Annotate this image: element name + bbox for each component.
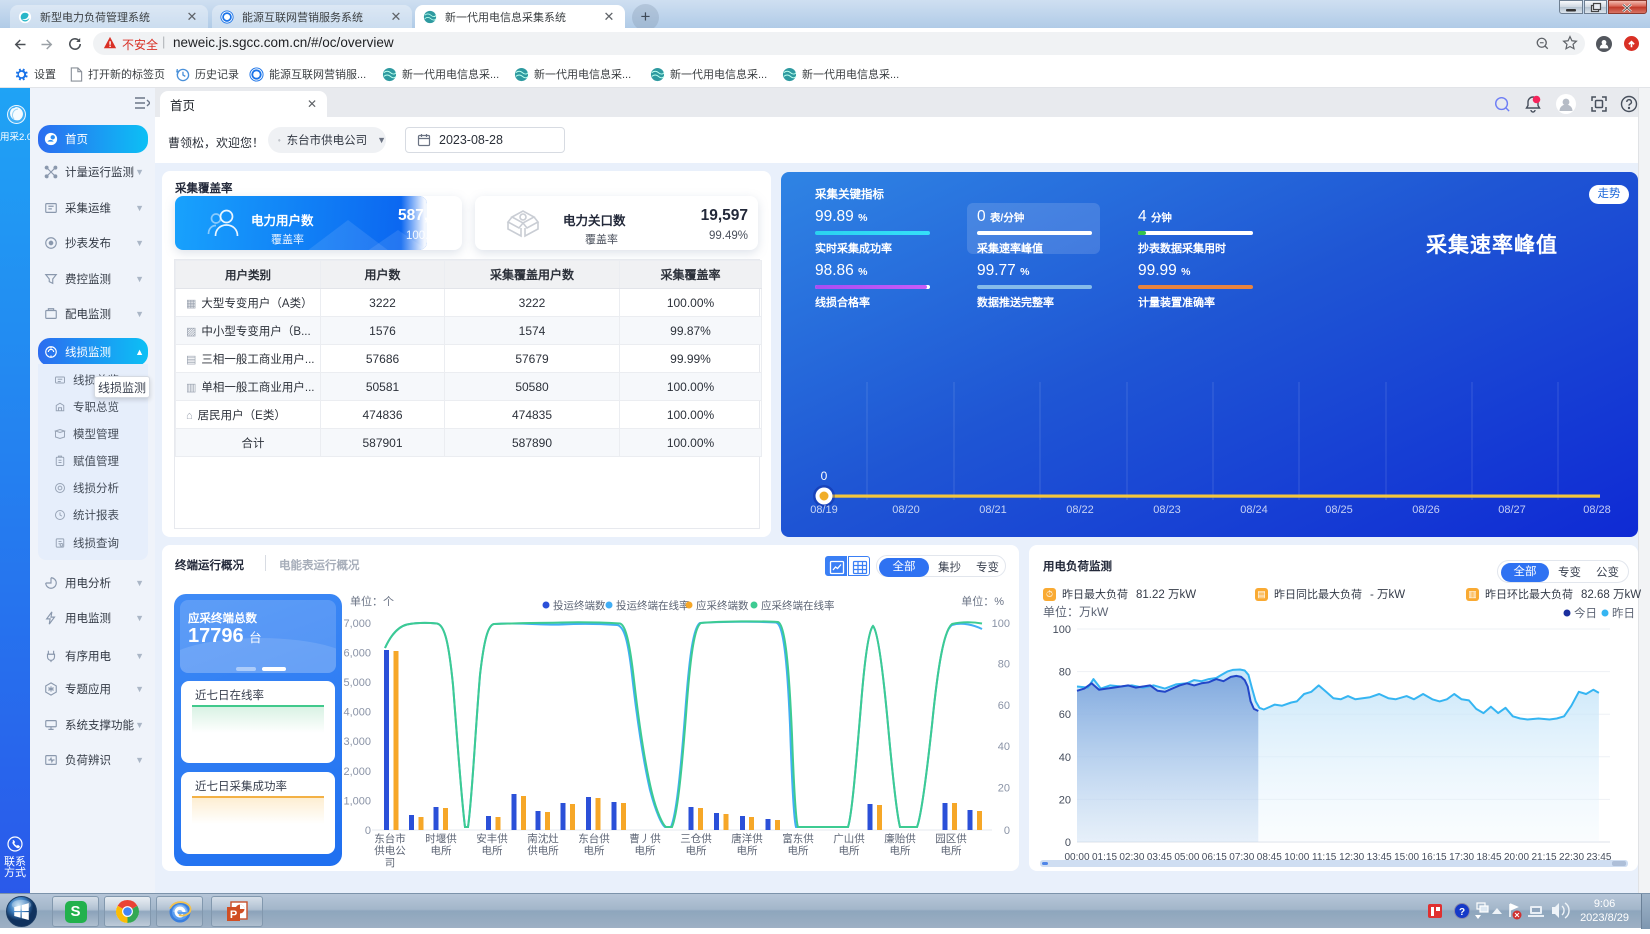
- svg-text:电所: 电所: [839, 844, 860, 857]
- svg-text:08/23: 08/23: [1153, 504, 1181, 516]
- svg-text:电所: 电所: [788, 844, 809, 857]
- svg-text:电所: 电所: [584, 844, 605, 857]
- svg-text:电所: 电所: [941, 844, 962, 857]
- svg-text:东台供: 东台供: [578, 832, 610, 845]
- svg-text:单位：%: 单位：%: [961, 594, 1004, 608]
- svg-text:供电所: 供电所: [527, 844, 559, 857]
- svg-text:100: 100: [992, 618, 1010, 630]
- svg-text:?: ?: [1459, 907, 1465, 918]
- svg-text:司: 司: [385, 857, 396, 869]
- svg-text:曹丿供: 曹丿供: [629, 832, 661, 845]
- svg-text:100: 100: [1053, 624, 1071, 636]
- svg-text:电所: 电所: [431, 844, 452, 857]
- svg-text:三仓供: 三仓供: [680, 832, 712, 845]
- svg-text:80: 80: [998, 658, 1010, 670]
- svg-text:60: 60: [1059, 709, 1071, 721]
- svg-text:3,000: 3,000: [343, 736, 371, 748]
- svg-text:应采终端在线率: 应采终端在线率: [761, 599, 835, 612]
- svg-text:08/27: 08/27: [1498, 504, 1526, 516]
- svg-text:08/28: 08/28: [1583, 504, 1611, 516]
- svg-text:唐洋供: 唐洋供: [731, 832, 763, 845]
- svg-text:08/19: 08/19: [810, 504, 838, 516]
- svg-text:富东供: 富东供: [782, 832, 814, 845]
- svg-text:昨日: 昨日: [1612, 607, 1635, 620]
- svg-text:0: 0: [1065, 837, 1071, 849]
- svg-text:今日: 今日: [1574, 606, 1597, 620]
- svg-text:应采终端数: 应采终端数: [696, 599, 749, 612]
- svg-text:0: 0: [821, 469, 828, 483]
- svg-text:40: 40: [1059, 752, 1071, 764]
- svg-text:时堰供: 时堰供: [425, 832, 457, 845]
- svg-text:08/24: 08/24: [1240, 504, 1268, 516]
- svg-text:08/22: 08/22: [1066, 504, 1094, 516]
- svg-text:廉贻供: 廉贻供: [884, 832, 916, 845]
- svg-text:5,000: 5,000: [343, 677, 371, 689]
- svg-text:7,000: 7,000: [343, 618, 371, 630]
- svg-text:电所: 电所: [482, 844, 503, 857]
- svg-text:P: P: [230, 909, 237, 921]
- svg-text:东台市: 东台市: [374, 832, 406, 845]
- svg-text:电所: 电所: [635, 844, 656, 857]
- svg-text:2,000: 2,000: [343, 766, 371, 778]
- svg-text:0: 0: [1004, 825, 1010, 837]
- svg-text:08/21: 08/21: [979, 504, 1007, 516]
- svg-text:电所: 电所: [890, 844, 911, 857]
- svg-text:投运终端在线率: 投运终端在线率: [616, 599, 690, 612]
- svg-text:0: 0: [365, 825, 371, 837]
- svg-text:投运终端数: 投运终端数: [553, 599, 606, 612]
- svg-text:单位：万kW: 单位：万kW: [1043, 604, 1109, 619]
- svg-text:电所: 电所: [737, 844, 758, 857]
- svg-text:6,000: 6,000: [343, 648, 371, 660]
- svg-text:08/25: 08/25: [1325, 504, 1353, 516]
- svg-text:80: 80: [1059, 667, 1071, 679]
- svg-text:南沈灶: 南沈灶: [527, 832, 559, 845]
- svg-text:单位：个: 单位：个: [350, 594, 394, 608]
- svg-text:安丰供: 安丰供: [476, 832, 508, 845]
- svg-text:20: 20: [998, 783, 1010, 795]
- svg-text:园区供: 园区供: [935, 832, 967, 845]
- svg-text:供电公: 供电公: [374, 844, 406, 857]
- svg-text:08/26: 08/26: [1412, 504, 1440, 516]
- svg-text:4,000: 4,000: [343, 707, 371, 719]
- svg-text:1,000: 1,000: [343, 795, 371, 807]
- svg-text:08/20: 08/20: [892, 504, 920, 516]
- svg-text:40: 40: [998, 741, 1010, 753]
- svg-text:广山供: 广山供: [833, 832, 865, 845]
- svg-text:20: 20: [1059, 794, 1071, 806]
- svg-text:电所: 电所: [686, 844, 707, 857]
- svg-text:60: 60: [998, 700, 1010, 712]
